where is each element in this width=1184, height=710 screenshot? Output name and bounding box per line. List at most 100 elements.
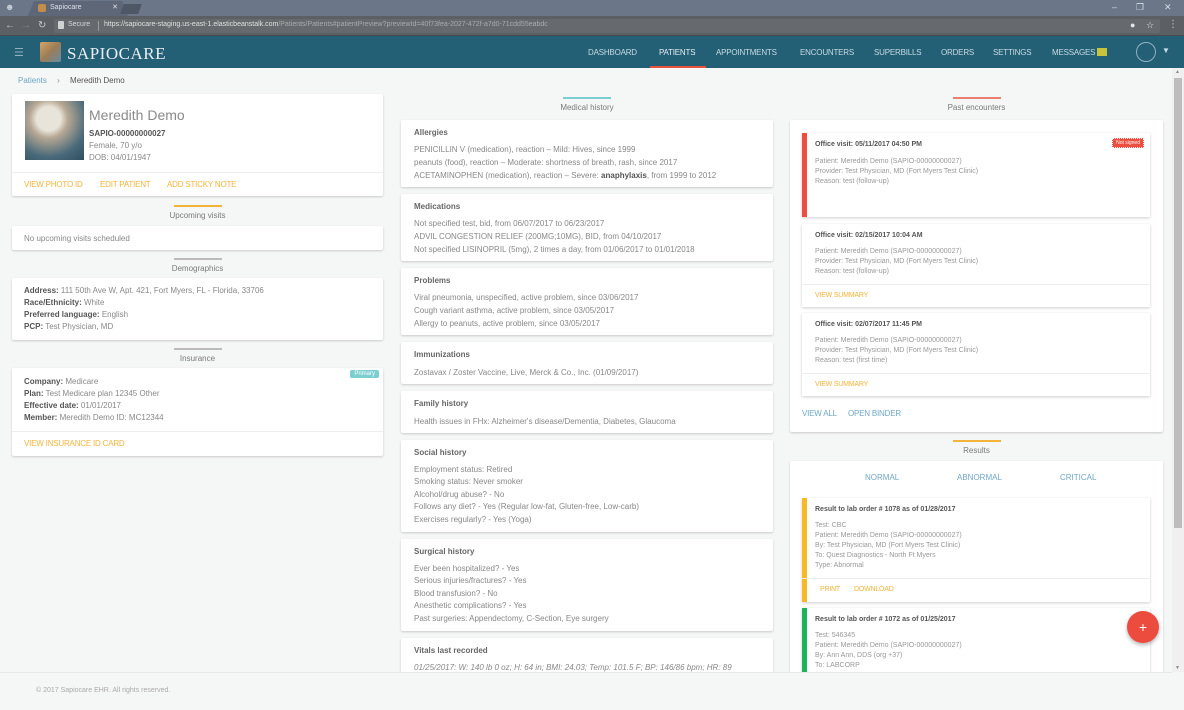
nav-messages[interactable]: MESSAGES: [1052, 48, 1108, 57]
results-tab-abnormal[interactable]: ABNORMAL: [957, 473, 1002, 482]
close-tab-icon[interactable]: ✕: [112, 3, 118, 11]
surgical-history-item: Ever been hospitalized? - Yes: [414, 564, 520, 573]
insurance-card: Primary Company: Medicare Plan: Test Med…: [12, 368, 383, 456]
reload-icon[interactable]: ↻: [38, 20, 46, 31]
nav-patients[interactable]: PATIENTS: [659, 48, 696, 57]
copyright-text: © 2017 Sapiocare EHR. All rights reserve…: [36, 687, 171, 694]
patient-photo[interactable]: [25, 101, 84, 160]
nav-settings[interactable]: SETTINGS: [993, 48, 1032, 57]
result-title: Result to lab order # 1078 as of 01/28/2…: [815, 506, 956, 513]
social-history-item: Smoking status: Never smoker: [414, 477, 523, 486]
encounter-item[interactable]: Office visit: 05/11/2017 04:50 PM Not si…: [802, 133, 1150, 217]
view-photo-id-button[interactable]: VIEW PHOTO ID: [24, 180, 83, 189]
scroll-down-icon[interactable]: ▼: [1175, 665, 1180, 671]
result-by: By: Ann Ann, DDS (org +37): [815, 652, 903, 659]
demographics-pcp: PCP: Test Physician, MD: [24, 322, 114, 331]
medication-item: ADVIL CONGESTION RELIEF (200MG;10MG), BI…: [414, 232, 662, 241]
page-scrollbar[interactable]: ▲ ▼: [1172, 68, 1184, 672]
user-avatar-icon[interactable]: [1136, 42, 1156, 62]
forward-icon[interactable]: →: [21, 20, 31, 31]
encounter-provider: Provider: Test Physician, MD (Fort Myers…: [815, 347, 979, 354]
breadcrumb: Patients › Meredith Demo: [18, 76, 125, 85]
scroll-up-icon[interactable]: ▲: [1175, 69, 1180, 75]
new-tab-button[interactable]: [120, 4, 142, 14]
allergy-item: ACETAMINOPHEN (medication), reaction – S…: [414, 171, 717, 180]
browser-tab[interactable]: Sapiocare ✕: [28, 1, 128, 16]
vitals-title: Vitals last recorded: [414, 646, 488, 655]
browser-tab-title: Sapiocare: [50, 4, 82, 11]
medication-item: Not specified LISINOPRIL (5mg), 2 times …: [414, 245, 695, 254]
social-history-title: Social history: [414, 448, 467, 457]
breadcrumb-patients-link[interactable]: Patients: [18, 76, 47, 85]
upcoming-visits-heading: Upcoming visits: [12, 205, 383, 220]
user-menu-caret-icon[interactable]: ▼: [1162, 46, 1170, 55]
patient-dob: DOB: 04/01/1947: [89, 153, 151, 162]
social-history-item: Follows any diet? - Yes (Regular low-fat…: [414, 502, 639, 511]
view-summary-button[interactable]: VIEW SUMMARY: [815, 381, 868, 388]
allergy-item: PENICILLIN V (medication), reaction – Mi…: [414, 145, 636, 154]
result-title: Result to lab order # 1072 as of 01/25/2…: [815, 616, 956, 623]
allergies-card: Allergies PENICILLIN V (medication), rea…: [401, 120, 773, 187]
active-nav-indicator: [650, 66, 706, 68]
results-tab-critical[interactable]: CRITICAL: [1060, 473, 1096, 482]
past-encounters-heading: Past encounters: [790, 97, 1163, 112]
browser-profile-icon[interactable]: ☻: [5, 2, 15, 13]
view-all-encounters-button[interactable]: VIEW ALL: [802, 409, 837, 418]
breadcrumb-chevron-icon: ›: [57, 76, 60, 85]
insurance-member: Member: Meredith Demo ID: MC12344: [24, 413, 164, 422]
close-window-icon[interactable]: ✕: [1164, 2, 1172, 13]
insurance-heading: Insurance: [12, 348, 383, 363]
scrollbar-thumb[interactable]: [1174, 78, 1182, 528]
encounter-patient: Patient: Meredith Demo (SAPIO-0000000002…: [815, 158, 962, 165]
medications-card: Medications Not specified test, bid, fro…: [401, 194, 773, 261]
family-history-title: Family history: [414, 399, 469, 408]
surgical-history-item: Anesthetic complications? - Yes: [414, 601, 527, 610]
medications-title: Medications: [414, 202, 461, 211]
result-patient: Patient: Meredith Demo (SAPIO-0000000002…: [815, 642, 962, 649]
nav-appointments[interactable]: APPOINTMENTS: [716, 48, 777, 57]
back-icon[interactable]: ←: [5, 20, 15, 31]
bookmark-star-icon[interactable]: ☆: [1146, 20, 1154, 31]
message-notification-icon: [1097, 48, 1108, 56]
app-logo-text[interactable]: SAPIOCARE: [67, 44, 166, 64]
encounter-item: Office visit: 02/15/2017 10:04 AM Patien…: [802, 224, 1150, 307]
url-host: https://sapiocare-staging.us-east-1.elas…: [104, 21, 279, 28]
encounter-patient: Patient: Meredith Demo (SAPIO-0000000002…: [815, 248, 962, 255]
problem-item: Cough variant asthma, active problem, si…: [414, 306, 615, 315]
download-result-button[interactable]: DOWNLOAD: [854, 586, 894, 593]
result-to: To: LABCORP: [815, 662, 860, 669]
restore-icon[interactable]: ❐: [1136, 2, 1144, 13]
logo-image[interactable]: [40, 42, 61, 62]
problem-item: Allergy to peanuts, active problem, sinc…: [414, 319, 600, 328]
nav-encounters[interactable]: ENCOUNTERS: [800, 48, 854, 57]
edit-patient-button[interactable]: EDIT PATIENT: [100, 180, 151, 189]
add-fab-button[interactable]: +: [1127, 611, 1159, 643]
extension-icon[interactable]: ●: [1130, 20, 1135, 30]
nav-dashboard[interactable]: DASHBOARD: [588, 48, 637, 57]
result-item: Result to lab order # 1078 as of 01/28/2…: [802, 498, 1150, 602]
results-tab-normal[interactable]: NORMAL: [865, 473, 899, 482]
encounter-item: Office visit: 02/07/2017 11:45 PM Patien…: [802, 313, 1150, 396]
add-sticky-note-button[interactable]: ADD STICKY NOTE: [167, 180, 237, 189]
view-summary-button[interactable]: VIEW SUMMARY: [815, 292, 868, 299]
demographics-race: Race/Ethnicity: White: [24, 298, 105, 307]
nav-orders[interactable]: ORDERS: [941, 48, 974, 57]
hamburger-menu-icon[interactable]: ☰: [14, 46, 24, 59]
social-history-item: Alcohol/drug abuse? - No: [414, 490, 505, 499]
problem-item: Viral pneumonia, unspecified, active pro…: [414, 293, 639, 302]
nav-superbills[interactable]: SUPERBILLS: [874, 48, 922, 57]
medical-history-heading: Medical history: [401, 97, 773, 112]
breadcrumb-current: Meredith Demo: [70, 76, 125, 85]
result-type: Type: Abnormal: [815, 562, 864, 569]
demographics-language: Preferred language: English: [24, 310, 129, 319]
browser-menu-icon[interactable]: ⋮: [1168, 19, 1178, 30]
demographics-card: Address: 111 50th Ave W, Apt. 421, Fort …: [12, 278, 383, 340]
open-binder-button[interactable]: OPEN BINDER: [848, 409, 901, 418]
secure-label: Secure: [68, 21, 91, 28]
results-card: NORMAL ABNORMAL CRITICAL Result to lab o…: [790, 461, 1163, 676]
minimize-icon[interactable]: –: [1112, 2, 1117, 12]
print-result-button[interactable]: PRINT: [820, 586, 840, 593]
encounter-title: Office visit: 02/15/2017 10:04 AM: [815, 232, 923, 239]
url-input[interactable]: Secure https://sapiocare-staging.us-east…: [54, 19, 1160, 33]
view-insurance-id-card-button[interactable]: VIEW INSURANCE ID CARD: [24, 439, 125, 448]
